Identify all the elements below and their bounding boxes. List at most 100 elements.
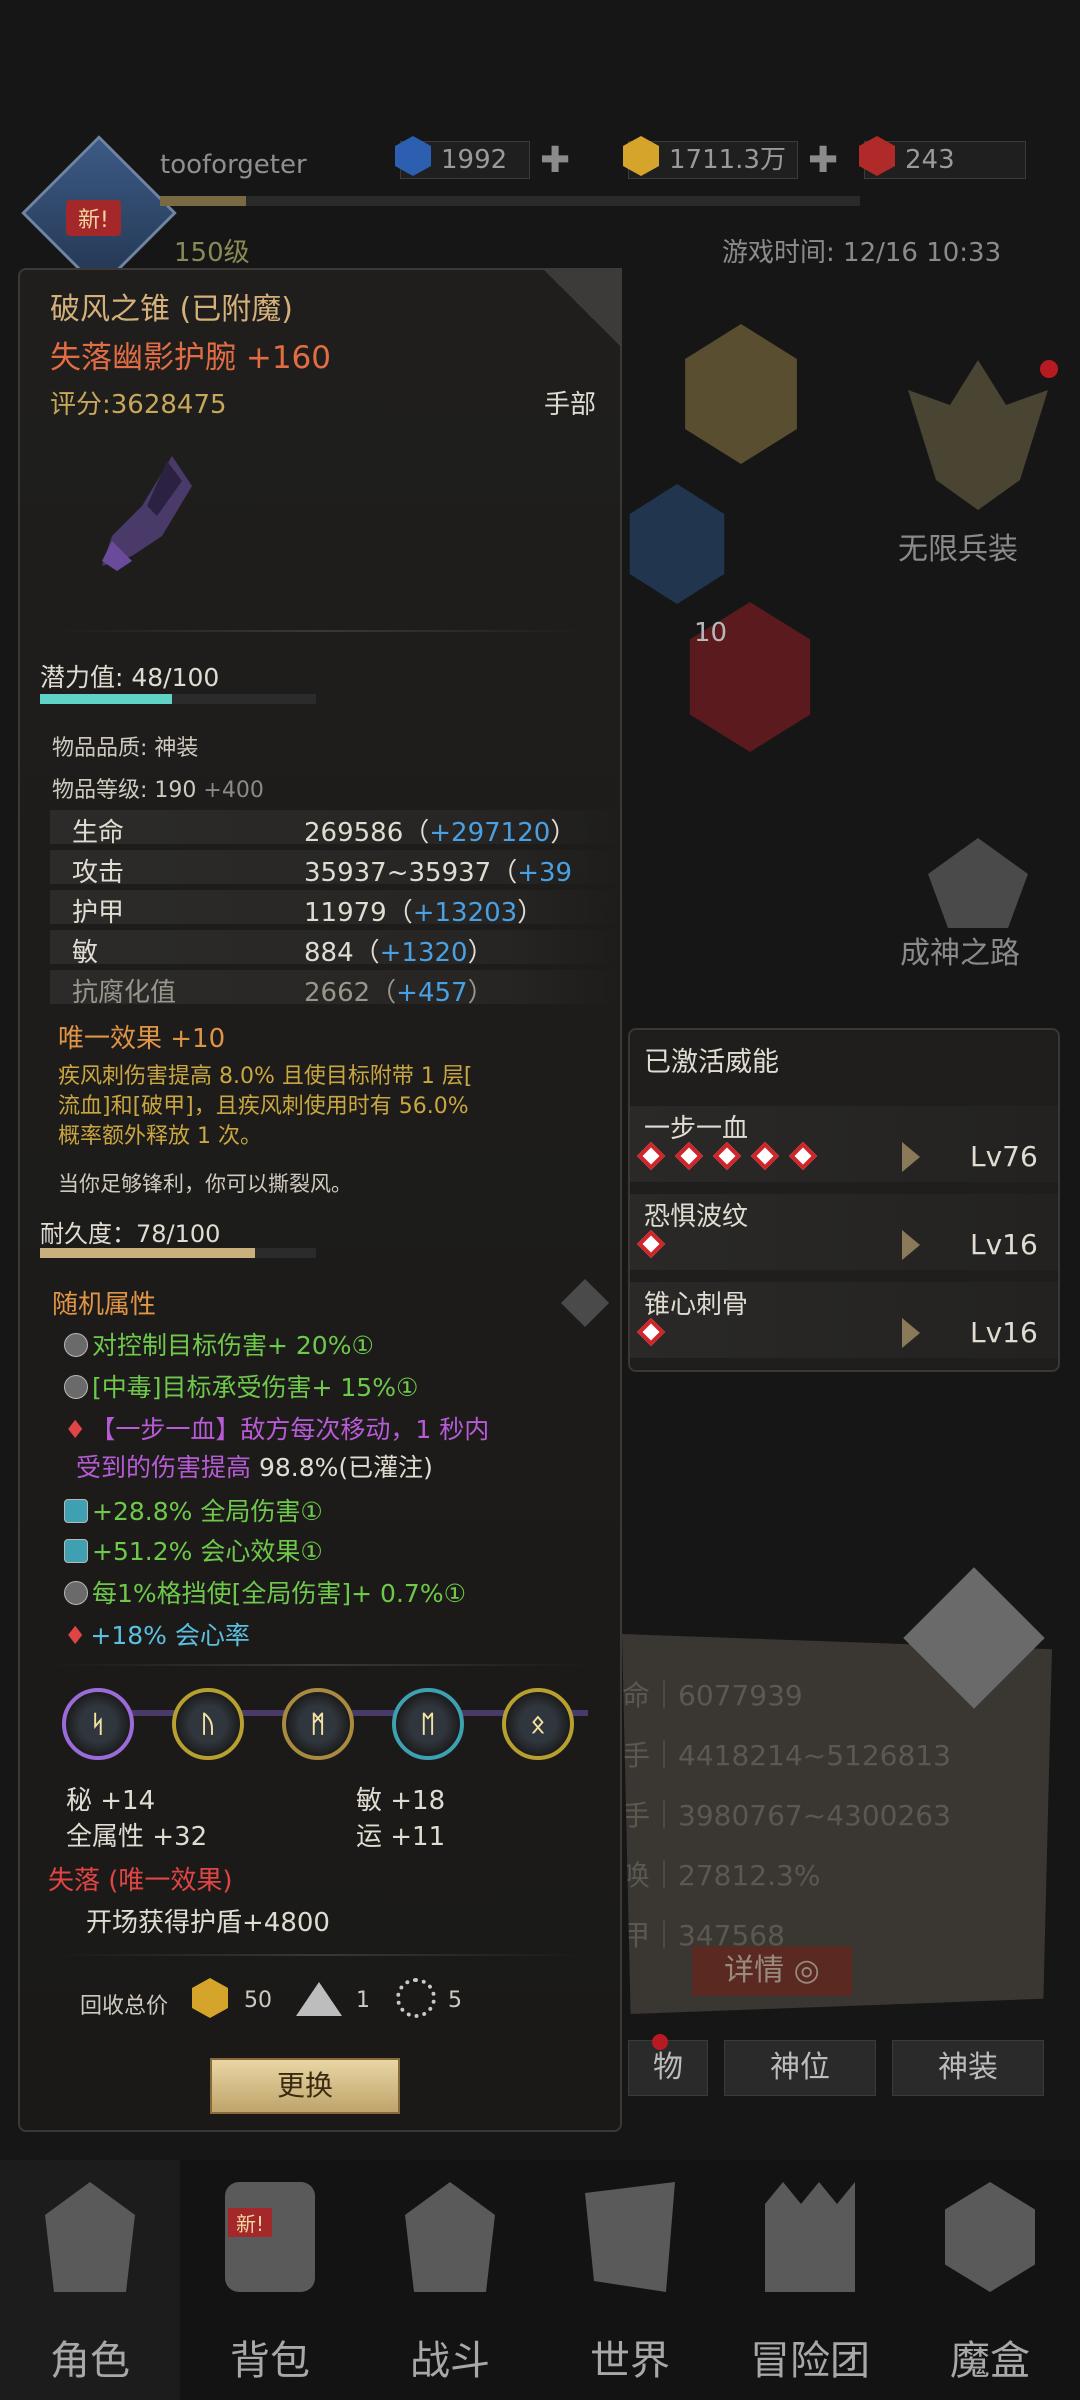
- item-detail-card: 破风之锥 (已附魔) 失落幽影护腕 +160 评分:3628475 手部 潜力值…: [18, 268, 622, 2371]
- nav-adventure-team[interactable]: 冒险团: [720, 2160, 900, 2400]
- add-currency-button[interactable]: ✚: [540, 140, 570, 181]
- item-score: 评分:3628475: [50, 390, 227, 420]
- infinite-equipment-label[interactable]: 无限兵装: [898, 524, 1018, 568]
- power-rank: [632, 1141, 822, 1171]
- durability-value: 耐久度：78/100: [40, 1220, 221, 1248]
- star-icon: [64, 1581, 88, 1605]
- activated-powers-panel: 已激活威能 一步一血 Lv76 恐惧波纹 Lv16 锥心刺骨 Lv16: [628, 1028, 1060, 1372]
- godhood-path-icon[interactable]: [928, 838, 1028, 928]
- rune-gem[interactable]: ᛟ: [502, 1688, 574, 1760]
- helmet-icon: [45, 2182, 135, 2292]
- item-name: 失落幽影护腕 +160: [50, 340, 331, 376]
- rune-gem[interactable]: ᛗ: [282, 1688, 354, 1760]
- lost-effect-title: 失落 (唯一效果): [48, 1866, 233, 1896]
- currency-value: 1992: [441, 145, 508, 175]
- random-attribute: 每1%格挡使[全局伤害]+ 0.7%①: [64, 1574, 466, 1610]
- replace-button[interactable]: 更换: [210, 2058, 400, 2114]
- lost-effect-text: 开场获得护盾+4800: [86, 1908, 330, 1938]
- random-attributes-title: 随机属性: [52, 1290, 157, 1320]
- nav-battle[interactable]: 战斗: [360, 2160, 540, 2400]
- backpack-icon: [225, 2182, 315, 2292]
- rune-gem[interactable]: ᚢ: [172, 1688, 244, 1760]
- nav-magic-box[interactable]: 魔盒: [900, 2160, 1080, 2400]
- lock-icon[interactable]: [542, 268, 622, 348]
- tab-items[interactable]: 物: [628, 2040, 708, 2096]
- info-icon[interactable]: [560, 1278, 610, 1328]
- rune-gem[interactable]: ᛋ: [62, 1688, 134, 1760]
- bg-stat-row: 手｜3980767~4300263: [622, 1799, 951, 1832]
- arrow-icon: [902, 1230, 920, 1260]
- stat-row-corruption-resist: 抗腐化值 2662（+457）: [50, 970, 620, 1008]
- gold-crystal-icon: [192, 1978, 228, 2018]
- nav-backpack[interactable]: 新! 背包: [180, 2160, 360, 2400]
- rune-bonus: 秘 +14: [66, 1786, 156, 1816]
- add-currency-button[interactable]: ✚: [808, 140, 838, 181]
- power-name: 一步一血: [644, 1114, 749, 1144]
- cube-icon: [945, 2182, 1035, 2292]
- tab-notification-dot: [652, 2034, 668, 2050]
- godhood-path-label[interactable]: 成神之路: [900, 928, 1020, 972]
- power-row[interactable]: 一步一血 Lv76: [630, 1106, 1058, 1182]
- bg-stat-row: 手｜4418214~5126813: [622, 1739, 951, 1772]
- random-attribute: [中毒]目标承受伤害+ 15%①: [64, 1368, 418, 1404]
- power-row[interactable]: 锥心刺骨 Lv16: [630, 1282, 1058, 1358]
- star-icon: [64, 1375, 88, 1399]
- map-node-level: 10: [694, 618, 728, 648]
- currency-value: 243: [905, 145, 955, 175]
- details-button[interactable]: 详情 ◎: [692, 1946, 852, 1996]
- new-badge: 新!: [66, 200, 121, 236]
- tab-god-position[interactable]: 神位: [724, 2040, 876, 2096]
- notification-dot: [1040, 360, 1058, 378]
- stat-row-armor: 护甲 11979（+13203）: [50, 890, 620, 928]
- rune-bonus: 运 +11: [356, 1822, 446, 1852]
- recycle-label: 回收总价: [80, 1994, 169, 2019]
- nav-world[interactable]: 世界: [540, 2160, 720, 2400]
- castle-icon: [765, 2182, 855, 2292]
- rune-gem[interactable]: ᛖ: [392, 1688, 464, 1760]
- map-icon: [585, 2182, 675, 2292]
- swords-icon: [405, 2182, 495, 2292]
- recycle-value: 1: [356, 1988, 370, 2013]
- recycle-value: 5: [448, 1988, 462, 2013]
- bg-stat-row: 唤｜27812.3%: [622, 1859, 821, 1892]
- random-attribute: ♦ +18% 会心率: [64, 1621, 250, 1650]
- stat-row-health: 生命 269586（+297120）: [50, 810, 620, 848]
- unique-effect-title: 唯一效果 +10: [58, 1024, 226, 1054]
- power-name: 恐惧波纹: [644, 1202, 749, 1232]
- item-flavor-text: 当你足够锋利，你可以撕裂风。: [58, 1172, 352, 1196]
- tab-god-equipment[interactable]: 神装: [892, 2040, 1044, 2096]
- divider: [50, 630, 590, 632]
- durability-bar: [40, 1248, 316, 1258]
- hexagon-icon: [64, 1539, 88, 1563]
- arrow-icon: [902, 1318, 920, 1348]
- power-level: Lv16: [970, 1316, 1038, 1349]
- swirl-essence-icon: [396, 1978, 436, 2018]
- potential-value: 潜力值: 48/100: [40, 663, 220, 692]
- power-row[interactable]: 恐惧波纹 Lv16: [630, 1194, 1058, 1270]
- rune-bonus: 全属性 +32: [66, 1822, 208, 1852]
- unique-effect-description: 疾风刺伤害提高 8.0% 且使目标附带 1 层[ 流血]和[破甲]，且疾风刺使用…: [58, 1064, 473, 1149]
- map-node-blue[interactable]: [629, 484, 725, 604]
- potential-bar: [40, 694, 316, 704]
- random-attribute: ♦ 【一步一血】敌方每次移动，1 秒内: [64, 1415, 490, 1444]
- random-attribute: 受到的伤害提高 98.8%(已灌注): [76, 1453, 433, 1482]
- potential-bar-fill: [40, 694, 173, 704]
- bracer-icon: [102, 456, 192, 571]
- arrow-icon: [902, 1142, 920, 1172]
- experience-bar: [160, 196, 860, 206]
- map-node-boss[interactable]: [685, 324, 797, 464]
- blue-gem-icon: [395, 136, 431, 176]
- currency-red: 243: [859, 136, 1026, 180]
- item-enchant-title: 破风之锥 (已附魔): [50, 292, 293, 327]
- game-time: 游戏时间: 12/16 10:33: [722, 238, 1002, 268]
- stat-row-attack: 攻击 35937~35937（+39: [50, 850, 620, 888]
- item-level: 物品等级: 190 +400: [52, 778, 264, 803]
- power-rank: [632, 1317, 670, 1347]
- currency-gold: 1711.3万 ✚: [623, 136, 838, 181]
- stat-row-agility: 敏 884（+1320）: [50, 930, 620, 968]
- player-level: 150级: [174, 238, 250, 268]
- player-avatar[interactable]: 新!: [21, 135, 177, 291]
- infinite-equipment-icon[interactable]: [908, 360, 1048, 510]
- nav-character[interactable]: 角色: [0, 2160, 180, 2400]
- power-rank: [632, 1229, 670, 1259]
